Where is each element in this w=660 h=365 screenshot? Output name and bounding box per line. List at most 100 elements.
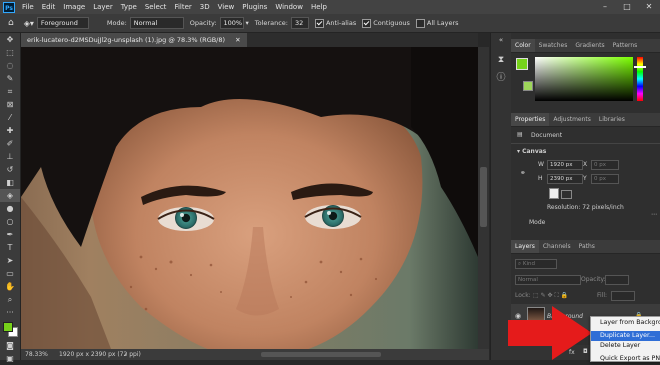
close-icon[interactable]: ✕ [638, 0, 660, 14]
history-icon[interactable]: ⧗ [491, 53, 511, 67]
screen-mode-icon[interactable]: ▣ [0, 352, 20, 365]
history-brush-tool-icon[interactable]: ↺ [0, 163, 20, 176]
antialias-label: Anti-alias [325, 19, 357, 27]
x-input[interactable]: 0 px [591, 160, 619, 170]
chevron-right-icon[interactable]: › [125, 349, 127, 360]
paint-bucket-tool-icon[interactable]: ◈ [0, 189, 20, 202]
menu-item-layer-from-background[interactable]: Layer from Background... [591, 318, 660, 328]
layer-filter-select[interactable]: ⌕ Kind [515, 259, 557, 269]
menu-item-duplicate-layer[interactable]: Duplicate Layer... [591, 331, 660, 341]
lock-icons[interactable]: ⬚ ✎ ✥ ⛶ 🔒 [533, 292, 568, 300]
info-icon[interactable]: ⓘ [491, 71, 511, 85]
opacity-input[interactable]: 100% [219, 17, 244, 29]
link-icon[interactable]: ⚭ [520, 169, 526, 177]
tab-paths[interactable]: Paths [575, 240, 599, 253]
horizontal-scrollbar[interactable] [261, 352, 381, 357]
menu-item-delete-layer[interactable]: Delete Layer [591, 341, 660, 351]
type-tool-icon[interactable]: T [0, 241, 20, 254]
fill-input[interactable] [611, 291, 635, 301]
tolerance-input[interactable]: 32 [290, 17, 309, 29]
foreground-color-swatch[interactable] [516, 58, 528, 70]
width-input[interactable]: 1920 px [547, 160, 583, 170]
eraser-tool-icon[interactable]: ◧ [0, 176, 20, 189]
brush-tool-icon[interactable]: ✐ [0, 137, 20, 150]
options-bar: ⌂ ◈▾ Foreground Mode: Normal Opacity: 10… [0, 14, 660, 33]
maximize-icon[interactable]: □ [616, 0, 638, 14]
color-swatches-icon[interactable] [0, 319, 20, 339]
y-input[interactable]: 0 px [591, 174, 619, 184]
path-select-tool-icon[interactable]: ➤ [0, 254, 20, 267]
blend-mode-select[interactable]: Normal [515, 275, 581, 285]
close-tab-icon[interactable]: ✕ [235, 36, 240, 44]
tab-swatches[interactable]: Swatches [535, 39, 572, 52]
menu-select[interactable]: Select [141, 3, 171, 11]
tab-patterns[interactable]: Patterns [609, 39, 642, 52]
fill-source-select[interactable]: Foreground [36, 17, 89, 29]
pen-tool-icon[interactable]: ✒ [0, 228, 20, 241]
menu-help[interactable]: Help [307, 3, 331, 11]
more-tools-icon[interactable]: ··· [0, 306, 20, 319]
clone-stamp-tool-icon[interactable]: ⊥ [0, 150, 20, 163]
lasso-tool-icon[interactable]: ◌ [0, 59, 20, 72]
mode-select[interactable]: Normal [129, 17, 184, 29]
height-input[interactable]: 2390 px [547, 174, 583, 184]
tab-libraries[interactable]: Libraries [595, 113, 629, 126]
contiguous-checkbox[interactable] [362, 18, 372, 28]
minimize-icon[interactable]: – [594, 0, 616, 14]
menu-file[interactable]: File [18, 3, 38, 11]
menu-type[interactable]: Type [117, 3, 141, 11]
dodge-tool-icon[interactable]: ○ [0, 215, 20, 228]
menu-filter[interactable]: Filter [170, 3, 195, 11]
tab-channels[interactable]: Channels [539, 240, 575, 253]
layer-opacity-input[interactable] [605, 275, 629, 285]
more-icon[interactable]: ⋯ [651, 211, 657, 218]
zoom-readout[interactable]: 78.33% [25, 349, 48, 360]
healing-brush-tool-icon[interactable]: ✚ [0, 124, 20, 137]
move-tool-icon[interactable]: ✥ [0, 33, 20, 46]
document-tab[interactable]: erik-lucatero-d2MSDujJl2g-unsplash (1).j… [21, 33, 247, 47]
zoom-tool-icon[interactable]: ⌕ [0, 293, 20, 306]
menu-edit[interactable]: Edit [38, 3, 60, 11]
hue-slider[interactable] [637, 57, 643, 101]
color-picker-field[interactable] [535, 57, 633, 101]
tab-gradients[interactable]: Gradients [571, 39, 608, 52]
all-layers-label: All Layers [426, 19, 459, 27]
portrait-orientation-icon[interactable] [549, 188, 559, 199]
hue-slider-handle[interactable] [634, 66, 646, 68]
tab-properties[interactable]: Properties [511, 113, 550, 126]
canvas-section-heading[interactable]: ▾ Canvas [517, 148, 546, 155]
menu-view[interactable]: View [214, 3, 239, 11]
document-canvas[interactable] [21, 47, 478, 349]
scroll-thumb[interactable] [480, 167, 487, 227]
background-color-swatch[interactable] [523, 81, 533, 91]
antialias-checkbox[interactable] [314, 18, 324, 28]
rectangle-tool-icon[interactable]: ▭ [0, 267, 20, 280]
menu-item-quick-export-png[interactable]: Quick Export as PNG [591, 354, 660, 364]
collapse-icon[interactable]: « [491, 33, 511, 47]
eyedropper-tool-icon[interactable]: ⁄ [0, 111, 20, 124]
canvas-vertical-scrollbar[interactable] [478, 47, 489, 349]
quick-mask-icon[interactable]: ◙ [0, 339, 20, 352]
tab-layers[interactable]: Layers [511, 240, 539, 253]
resolution-text: Resolution: 72 pixels/inch [547, 204, 624, 211]
menu-image[interactable]: Image [59, 3, 89, 11]
paint-bucket-icon[interactable]: ◈▾ [24, 19, 34, 28]
tab-adjustments[interactable]: Adjustments [549, 113, 595, 126]
hand-tool-icon[interactable]: ✋ [0, 280, 20, 293]
chevron-down-icon[interactable]: ▾ [246, 19, 249, 27]
menu-3d[interactable]: 3D [196, 3, 214, 11]
tools-panel: ✥ ⬚ ◌ ✎ ⌗ ⊠ ⁄ ✚ ✐ ⊥ ↺ ◧ ◈ ● ○ ✒ T ➤ ▭ ✋ … [0, 33, 21, 363]
crop-tool-icon[interactable]: ⌗ [0, 85, 20, 98]
landscape-orientation-icon[interactable] [561, 190, 572, 199]
frame-tool-icon[interactable]: ⊠ [0, 98, 20, 111]
menu-window[interactable]: Window [271, 3, 307, 11]
all-layers-checkbox[interactable] [415, 18, 425, 28]
marquee-tool-icon[interactable]: ⬚ [0, 46, 20, 59]
quick-select-tool-icon[interactable]: ✎ [0, 72, 20, 85]
blur-tool-icon[interactable]: ● [0, 202, 20, 215]
home-icon[interactable]: ⌂ [8, 18, 14, 28]
tab-color[interactable]: Color [511, 39, 535, 52]
menu-layer[interactable]: Layer [89, 3, 117, 11]
menu-plugins[interactable]: Plugins [238, 3, 271, 11]
layers-panel-tabs: Layers Channels Paths [511, 240, 660, 254]
